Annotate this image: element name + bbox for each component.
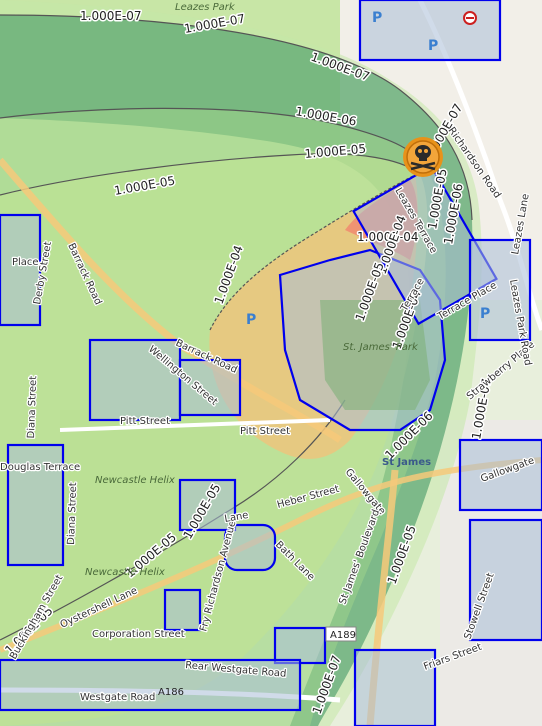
building-car-park — [273, 626, 327, 665]
building-stowell — [468, 518, 542, 642]
road-ref-a189: A189 — [330, 630, 356, 641]
contour-label: 1.000E-07 — [80, 9, 142, 23]
parking-icon: P — [246, 312, 256, 328]
parking-icon: P — [428, 38, 438, 54]
hazard-skull-icon[interactable] — [403, 137, 443, 177]
street-label-place: Place — [12, 257, 39, 268]
street-label-diana-street: Diana Street — [66, 482, 79, 545]
parking-icon: P — [480, 306, 490, 322]
area-label-leazes-park: Leazes Park — [175, 2, 236, 13]
street-label-westgate-road: Westgate Road — [80, 692, 155, 703]
road-ref-a186: A186 — [158, 687, 184, 698]
parking-icon: P — [372, 10, 382, 26]
building-helix-3 — [163, 588, 202, 632]
street-label-pitt-street: Pitt Street — [240, 426, 290, 437]
area-label-st-james-park: St. James' Park — [343, 342, 419, 353]
street-label-corporation-street: Corporation Street — [92, 629, 185, 640]
building-wellington — [88, 338, 182, 422]
street-label-pitt-street: Pitt Street — [120, 416, 170, 427]
area-label-newcastle-helix: Newcastle Helix — [95, 475, 175, 486]
station-label-st-james: St James — [382, 457, 431, 468]
map-canvas[interactable]: 1.000E-07 1.000E-07 1.000E-07 1.000E-06 … — [0, 0, 542, 726]
red-marker-icon — [463, 11, 477, 25]
street-label-diana-street: Diana Street — [26, 376, 39, 439]
building-block-west — [0, 213, 42, 327]
map-svg: 1.000E-07 1.000E-07 1.000E-07 1.000E-06 … — [0, 0, 542, 726]
street-label-douglas-terrace: Douglas Terrace — [0, 462, 80, 473]
area-label-newcastle-helix: Newcastle Helix — [85, 567, 165, 578]
